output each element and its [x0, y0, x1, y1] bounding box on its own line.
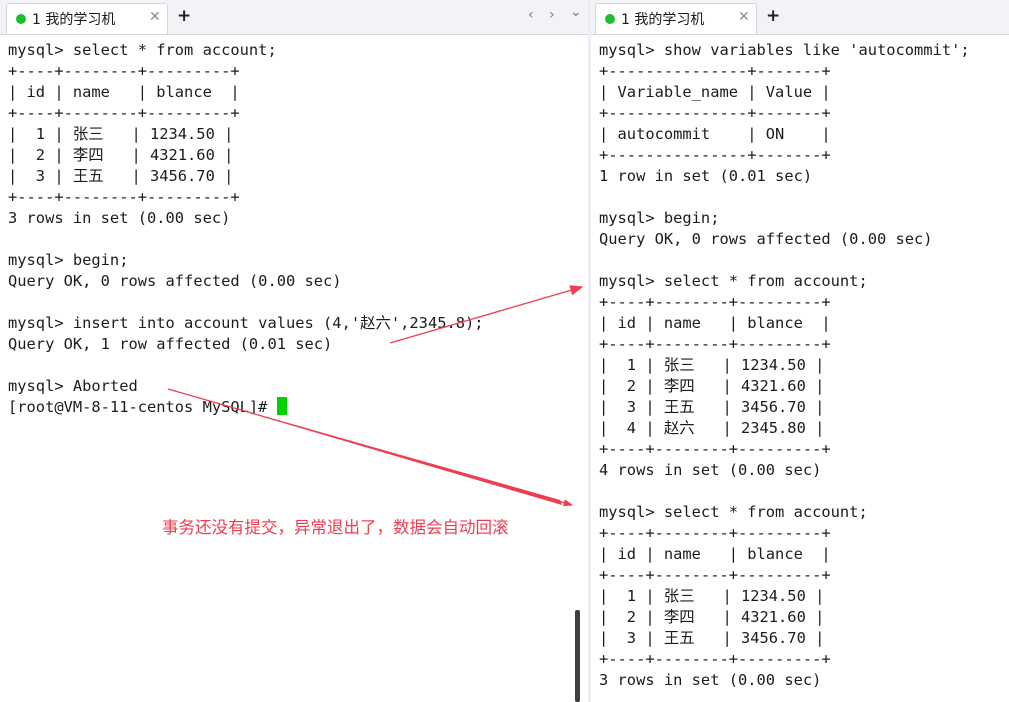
terminal-line: +----+--------+---------+ — [599, 524, 831, 542]
terminal-cursor — [276, 397, 287, 415]
terminal-line: | id | name | blance | — [599, 545, 831, 563]
terminal-line: +----+--------+---------+ — [8, 188, 240, 206]
tab-scroll-right-icon[interactable]: › — [549, 7, 555, 23]
terminal-line: +----+--------+---------+ — [599, 335, 831, 353]
terminal-line: +----+--------+---------+ — [8, 62, 240, 80]
terminal-line: mysql> Aborted — [8, 377, 138, 395]
left-terminal-output[interactable]: mysql> select * from account; +----+-----… — [8, 40, 484, 418]
tab-list-menu-icon[interactable]: ⌄ — [570, 4, 582, 20]
terminal-line: Query OK, 0 rows affected (0.00 sec) — [599, 230, 933, 248]
rollback-annotation-text: 事务还没有提交，异常退出了，数据会自动回滚 — [162, 518, 509, 537]
terminal-line: | 1 | 张三 | 1234.50 | — [599, 587, 825, 605]
right-session-tab[interactable]: 1 我的学习机 ✕ — [595, 3, 757, 34]
terminal-line: 3 rows in set (0.00 sec) — [8, 209, 231, 227]
terminal-line: mysql> select * from account; — [599, 503, 868, 521]
terminal-line: 1 row in set (0.01 sec) — [599, 167, 813, 185]
terminal-line: +----+--------+---------+ — [599, 440, 831, 458]
right-tab-bar: 1 我的学习机 ✕ + — [591, 0, 1009, 35]
close-tab-icon[interactable]: ✕ — [738, 9, 750, 25]
terminal-line: +---------------+-------+ — [599, 62, 831, 80]
terminal-line: Query OK, 1 row affected (0.01 sec) — [8, 335, 333, 353]
terminal-line: +----+--------+---------+ — [599, 293, 831, 311]
add-tab-icon[interactable]: + — [766, 6, 780, 26]
shell-prompt: [root@VM-8-11-centos MySQL]# — [8, 398, 277, 416]
terminal-line: | id | name | blance | — [599, 314, 831, 332]
terminal-line: | 3 | 王五 | 3456.70 | — [599, 398, 825, 416]
close-tab-icon[interactable]: ✕ — [149, 9, 161, 25]
add-tab-icon[interactable]: + — [177, 6, 191, 26]
terminal-line: 4 rows in set (0.00 sec) — [599, 461, 822, 479]
terminal-scrollbar[interactable] — [575, 610, 580, 702]
connected-status-icon — [16, 14, 26, 24]
terminal-line: | id | name | blance | — [8, 83, 240, 101]
terminal-line: | 3 | 王五 | 3456.70 | — [8, 167, 234, 185]
right-terminal-pane[interactable]: 1 我的学习机 ✕ + mysql> show variables like '… — [591, 0, 1009, 702]
terminal-line: | 1 | 张三 | 1234.50 | — [8, 125, 234, 143]
terminal-line: | 3 | 王五 | 3456.70 | — [599, 629, 825, 647]
connected-status-icon — [605, 14, 615, 24]
left-terminal-pane[interactable]: 1 我的学习机 ✕ + ‹ › ⌄ mysql> select * from a… — [0, 0, 589, 702]
terminal-line: | autocommit | ON | — [599, 125, 831, 143]
terminal-line: | 4 | 赵六 | 2345.80 | — [599, 419, 825, 437]
terminal-line: mysql> select * from account; — [599, 272, 868, 290]
terminal-line: +----+--------+---------+ — [599, 566, 831, 584]
terminal-line: | Variable_name | Value | — [599, 83, 831, 101]
terminal-line: 3 rows in set (0.00 sec) — [599, 671, 822, 689]
terminal-line: | 2 | 李四 | 4321.60 | — [599, 377, 825, 395]
session-tab-title: 1 我的学习机 — [621, 12, 705, 28]
terminal-line: | 2 | 李四 | 4321.60 | — [599, 608, 825, 626]
tab-scroll-left-icon[interactable]: ‹ — [528, 7, 534, 23]
terminal-line: mysql> show variables like 'autocommit'; — [599, 41, 970, 59]
terminal-line: mysql> begin; — [8, 251, 129, 269]
left-session-tab[interactable]: 1 我的学习机 ✕ — [6, 3, 168, 34]
left-tab-bar: 1 我的学习机 ✕ + ‹ › ⌄ — [0, 0, 588, 35]
terminal-line: +---------------+-------+ — [599, 104, 831, 122]
session-tab-title: 1 我的学习机 — [32, 12, 116, 28]
right-terminal-output[interactable]: mysql> show variables like 'autocommit';… — [599, 40, 970, 691]
terminal-line: mysql> begin; — [599, 209, 720, 227]
terminal-line: +----+--------+---------+ — [599, 650, 831, 668]
terminal-line: +---------------+-------+ — [599, 146, 831, 164]
terminal-line: Query OK, 0 rows affected (0.00 sec) — [8, 272, 342, 290]
terminal-line: mysql> insert into account values (4,'赵六… — [8, 314, 484, 332]
terminal-line: +----+--------+---------+ — [8, 104, 240, 122]
terminal-line: | 1 | 张三 | 1234.50 | — [599, 356, 825, 374]
shell-prompt-line[interactable]: [root@VM-8-11-centos MySQL]# — [8, 397, 484, 418]
terminal-line: | 2 | 李四 | 4321.60 | — [8, 146, 234, 164]
terminal-line: mysql> select * from account; — [8, 41, 277, 59]
